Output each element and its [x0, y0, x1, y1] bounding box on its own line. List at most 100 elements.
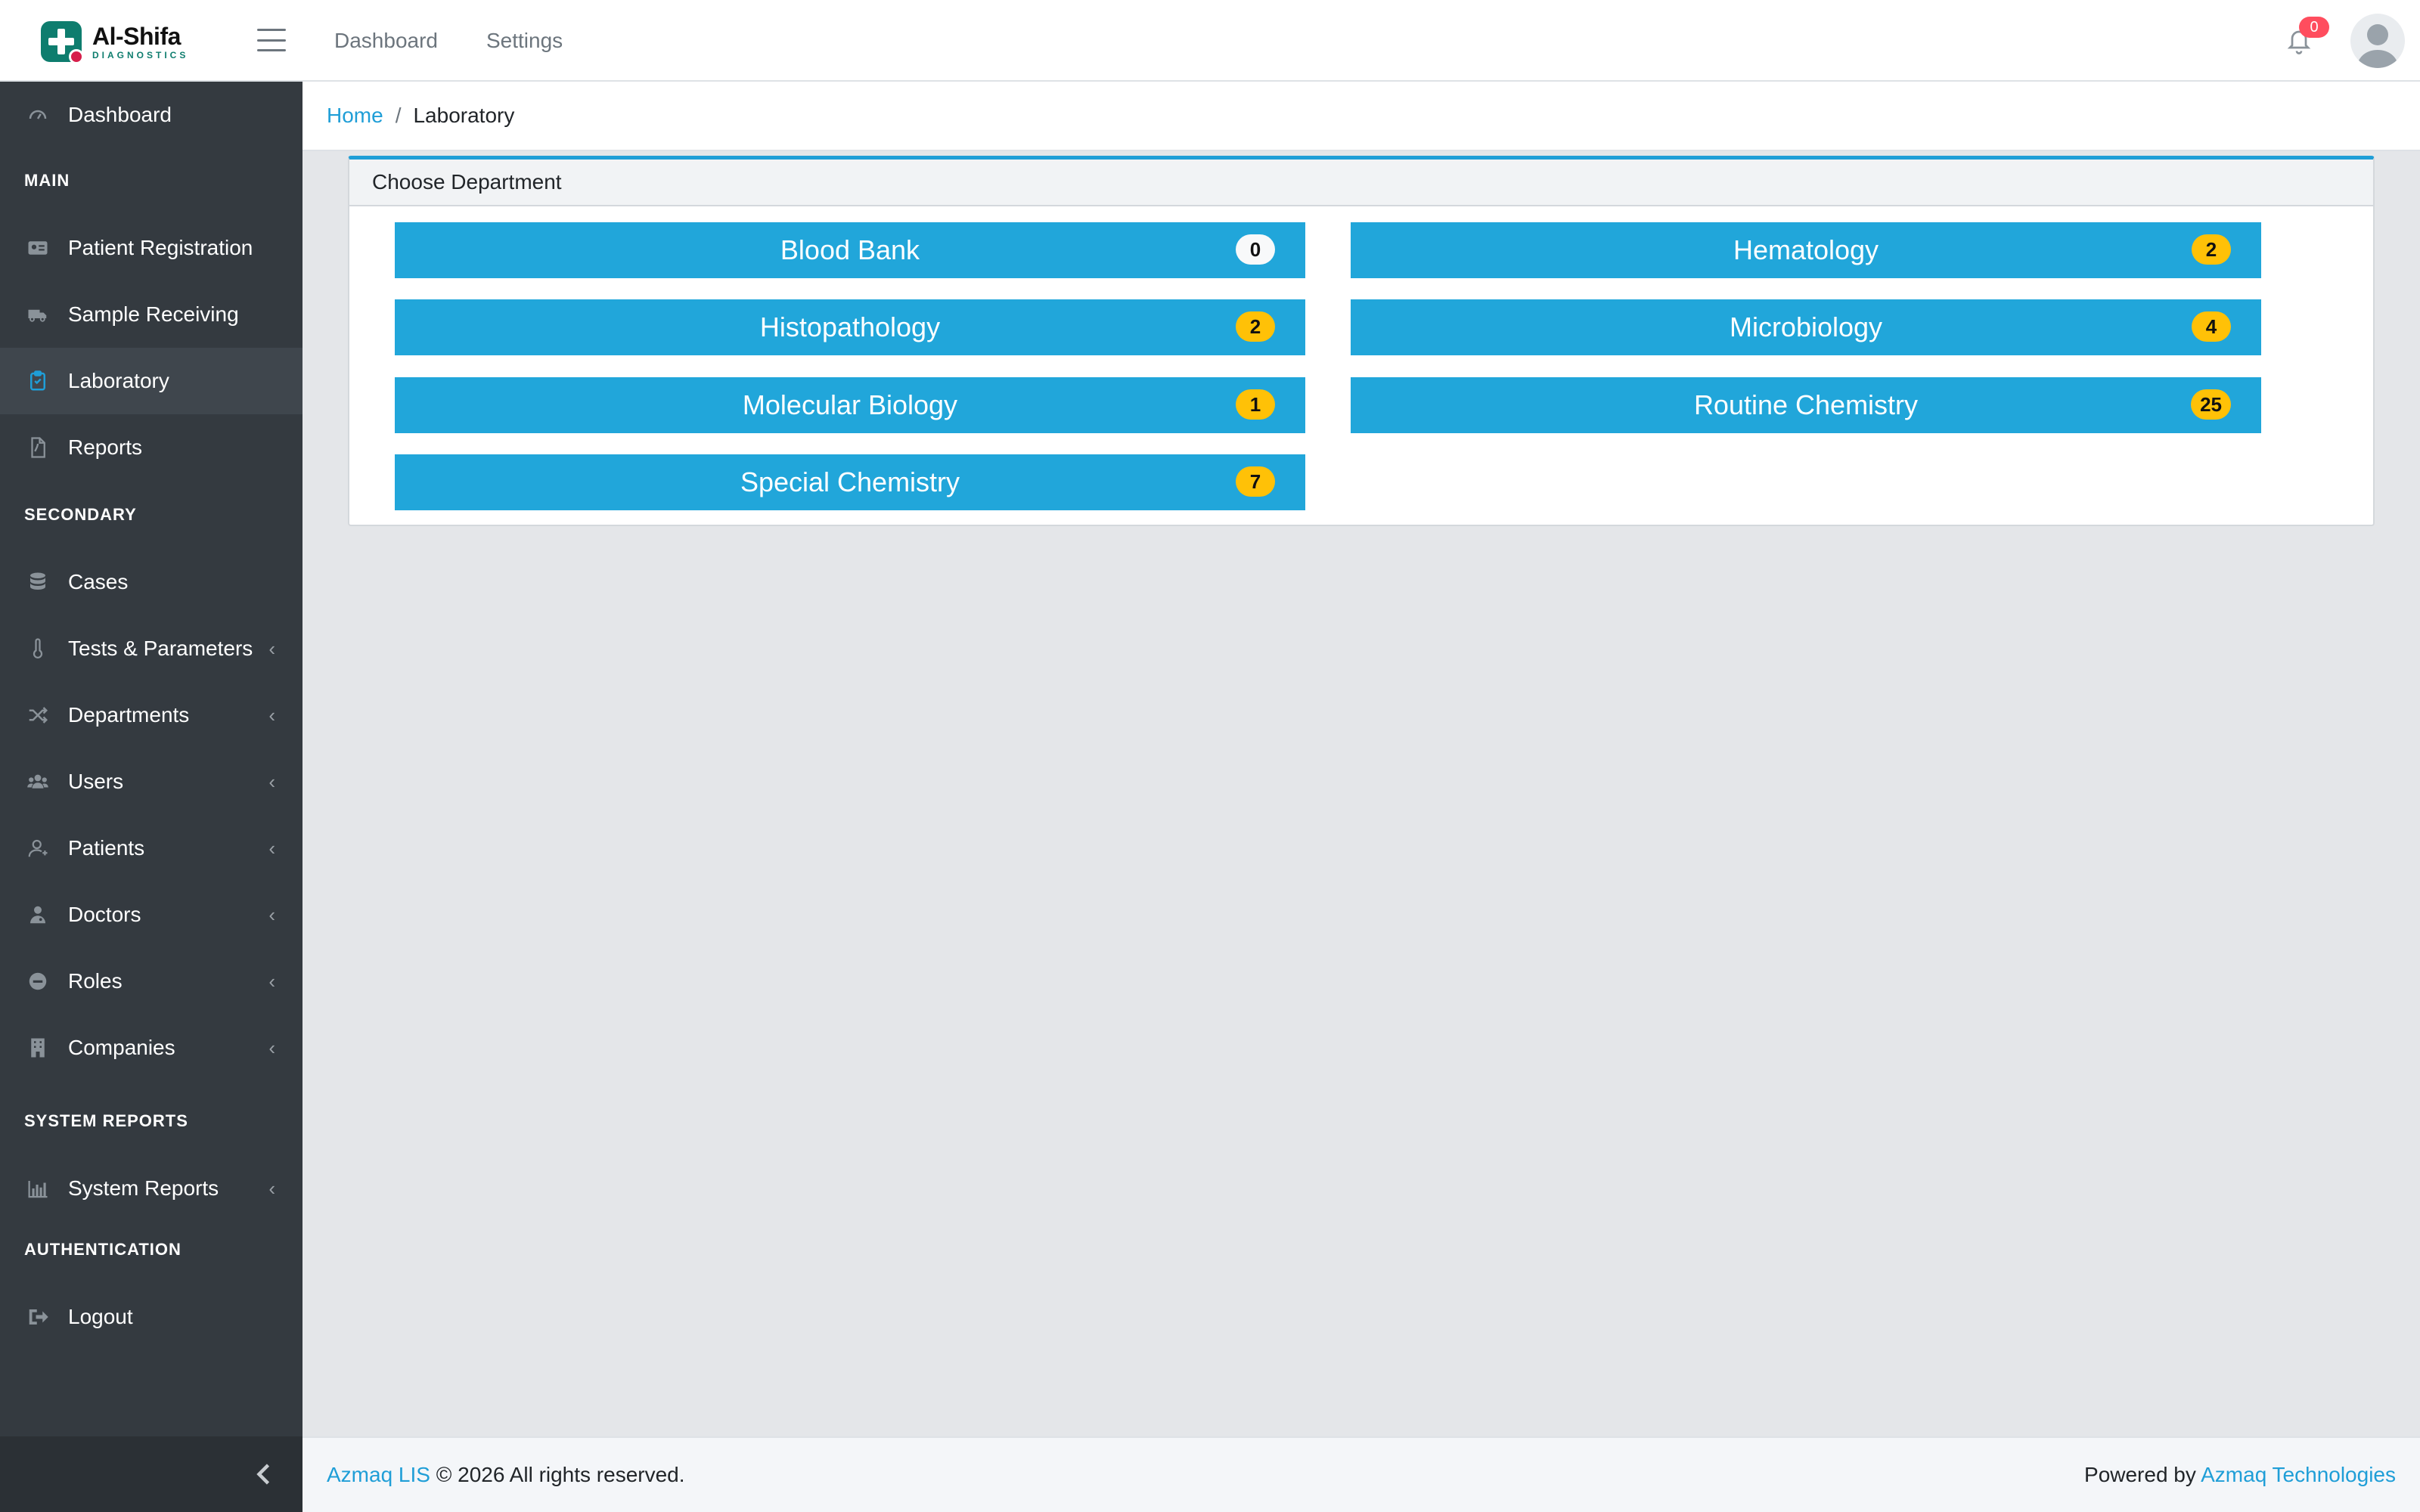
department-button-histopathology[interactable]: Histopathology 2	[395, 299, 1305, 355]
chevron-left-icon: ‹	[268, 969, 275, 993]
hamburger-menu-icon[interactable]	[257, 29, 286, 51]
department-name: Blood Bank	[780, 234, 920, 265]
chevron-left-icon: ‹	[268, 1176, 275, 1200]
department-count-badge: 2	[2192, 234, 2231, 265]
sidebar-item-roles[interactable]: Roles ‹	[0, 948, 302, 1015]
chevron-left-icon: ‹	[268, 770, 275, 793]
sidebar-footer	[0, 1436, 302, 1512]
sidebar-item-label: Doctors	[68, 903, 141, 926]
chevron-left-icon: ‹	[268, 903, 275, 926]
department-count-badge: 0	[1236, 234, 1275, 265]
sidebar-item-logout[interactable]: Logout	[0, 1284, 302, 1350]
thermometer-icon	[26, 637, 50, 661]
sidebar-item-dashboard[interactable]: Dashboard	[0, 82, 302, 148]
chevron-left-icon: ‹	[268, 836, 275, 860]
sidebar-section-authentication: AUTHENTICATION	[24, 1240, 182, 1259]
sidebar-item-sample-receiving[interactable]: Sample Receiving	[0, 281, 302, 348]
top-nav: Dashboard Settings	[334, 0, 563, 82]
chevron-left-icon: ‹	[268, 703, 275, 727]
building-icon	[26, 1036, 50, 1060]
sign-out-icon	[26, 1305, 50, 1329]
sidebar-item-patient-registration[interactable]: Patient Registration	[0, 215, 302, 281]
footer-product-link[interactable]: Azmaq LIS	[327, 1463, 430, 1486]
brand-logo[interactable]: Al-Shifa DIAGNOSTICS	[41, 20, 188, 64]
sidebar-item-label: Companies	[68, 1036, 175, 1059]
topnav-settings-link[interactable]: Settings	[486, 29, 563, 53]
brand-subtitle: DIAGNOSTICS	[92, 49, 189, 60]
ambulance-icon	[26, 302, 50, 327]
sidebar-item-label: Patient Registration	[68, 236, 253, 259]
user-avatar[interactable]	[2350, 14, 2405, 68]
footer-powered-prefix: Powered by	[2084, 1463, 2201, 1486]
breadcrumb: Home / Laboratory	[302, 82, 2420, 151]
sidebar-item-companies[interactable]: Companies ‹	[0, 1015, 302, 1081]
doctor-icon	[26, 903, 50, 927]
sidebar-section-main: MAIN	[24, 171, 70, 190]
sidebar-item-label: Roles	[68, 969, 123, 993]
department-button-microbiology[interactable]: Microbiology 4	[1351, 299, 2261, 355]
breadcrumb-home-link[interactable]: Home	[327, 104, 383, 128]
department-name: Routine Chemistry	[1693, 389, 1919, 420]
sidebar-section-system-reports: SYSTEM REPORTS	[24, 1111, 188, 1130]
sidebar-item-doctors[interactable]: Doctors ‹	[0, 881, 302, 948]
sidebar-item-label: Sample Receiving	[68, 302, 239, 326]
department-button-molecular-biology[interactable]: Molecular Biology 1	[395, 377, 1305, 433]
user-outline-icon	[26, 836, 50, 860]
breadcrumb-separator: /	[395, 104, 402, 127]
department-count-badge: 1	[1236, 389, 1275, 420]
department-name: Hematology	[1733, 234, 1879, 265]
department-button-hematology[interactable]: Hematology 2	[1351, 222, 2261, 278]
department-count-badge: 7	[1236, 466, 1275, 497]
id-card-icon	[26, 236, 50, 260]
sidebar-item-label: Users	[68, 770, 124, 793]
notification-badge: 0	[2299, 17, 2329, 38]
department-name: Histopathology	[759, 311, 941, 342]
department-name: Microbiology	[1729, 311, 1883, 342]
page-footer: Azmaq LIS © 2026 All rights reserved. Po…	[302, 1436, 2420, 1512]
sidebar-section-secondary: SECONDARY	[24, 505, 137, 524]
sidebar-item-departments[interactable]: Departments ‹	[0, 682, 302, 748]
sidebar-item-label: Departments	[68, 703, 190, 727]
clipboard-icon	[26, 369, 50, 393]
users-icon	[26, 770, 50, 794]
sidebar-item-reports[interactable]: Reports	[0, 414, 302, 481]
department-button-special-chemistry[interactable]: Special Chemistry 7	[395, 454, 1305, 510]
pdf-file-icon	[26, 435, 50, 460]
database-icon	[26, 570, 50, 594]
sidebar-item-label: Reports	[68, 435, 143, 459]
sidebar-item-patients[interactable]: Patients ‹	[0, 815, 302, 881]
sidebar-item-users[interactable]: Users ‹	[0, 748, 302, 815]
sidebar-item-label: Dashboard	[68, 103, 172, 126]
choose-department-card: Choose Department Blood Bank 0 Hematolog…	[348, 156, 2375, 526]
sidebar: Dashboard MAIN Patient Registration Samp…	[0, 82, 302, 1436]
department-button-blood-bank[interactable]: Blood Bank 0	[395, 222, 1305, 278]
chevron-left-icon: ‹	[268, 1036, 275, 1059]
sidebar-item-system-reports[interactable]: System Reports ‹	[0, 1155, 302, 1222]
sidebar-item-label: Laboratory	[68, 369, 169, 392]
sidebar-item-label: Patients	[68, 836, 145, 860]
sidebar-item-laboratory[interactable]: Laboratory	[0, 348, 302, 414]
medical-cross-icon	[41, 21, 84, 64]
sidebar-item-label: Logout	[68, 1305, 133, 1328]
shuffle-icon	[26, 703, 50, 727]
footer-copyright-text: © 2026 All rights reserved.	[430, 1463, 685, 1486]
brand-name: Al-Shifa	[92, 22, 181, 50]
card-title: Choose Department	[349, 160, 2373, 206]
department-count-badge: 2	[1236, 311, 1275, 342]
sidebar-item-label: Tests & Parameters	[68, 637, 253, 660]
minus-circle-icon	[26, 969, 50, 993]
sidebar-item-label: System Reports	[68, 1176, 219, 1200]
topnav-dashboard-link[interactable]: Dashboard	[334, 29, 438, 53]
sidebar-item-cases[interactable]: Cases	[0, 549, 302, 615]
footer-company-link[interactable]: Azmaq Technologies	[2201, 1463, 2396, 1486]
gauge-icon	[26, 103, 50, 127]
department-name: Molecular Biology	[742, 389, 958, 420]
collapse-sidebar-icon[interactable]	[251, 1461, 278, 1488]
department-count-badge: 4	[2192, 311, 2231, 342]
top-navbar: Al-Shifa DIAGNOSTICS Dashboard Settings	[0, 0, 2420, 82]
footer-powered-by: Powered by Azmaq Technologies	[2084, 1463, 2396, 1487]
department-name: Special Chemistry	[740, 466, 960, 497]
sidebar-item-tests-parameters[interactable]: Tests & Parameters ‹	[0, 615, 302, 682]
department-count-badge: 25	[2191, 389, 2231, 420]
department-button-routine-chemistry[interactable]: Routine Chemistry 25	[1351, 377, 2261, 433]
